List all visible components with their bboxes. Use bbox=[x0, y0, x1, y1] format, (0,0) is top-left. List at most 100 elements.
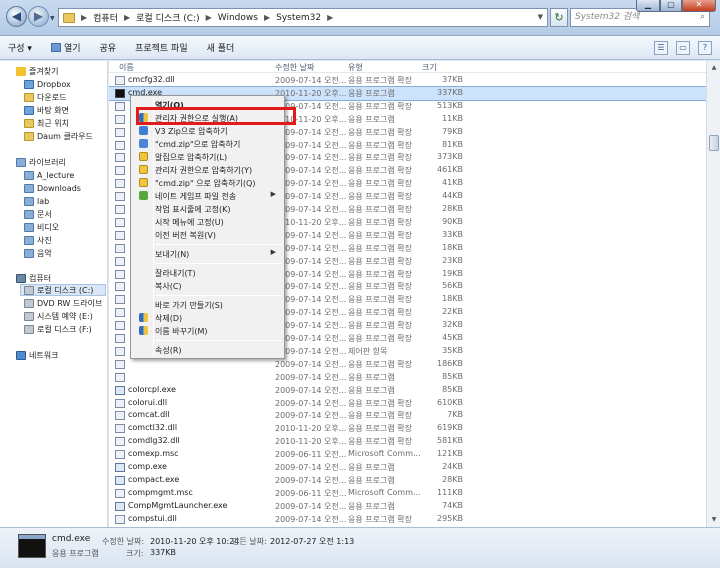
nav-dvd-drive[interactable]: DVD RW 드라이브 bbox=[24, 297, 102, 309]
column-size[interactable]: 크기 bbox=[422, 62, 437, 73]
file-row[interactable]: cmcfg32.dll 2009-07-14 오전... 응용 프로그램 확장 37K… bbox=[109, 74, 706, 87]
menu-pin-start[interactable]: 시작 메뉴에 고정(U) bbox=[133, 216, 282, 228]
nav-desktop[interactable]: 바탕 화면 bbox=[24, 104, 69, 116]
breadcrumb-local-disk[interactable]: 로컬 디스크 (C:) bbox=[136, 11, 199, 24]
menu-create-shortcut[interactable]: 바로 가기 만들기(S) bbox=[133, 299, 282, 311]
nav-local-disk-f[interactable]: 로컬 디스크 (F:) bbox=[24, 323, 92, 335]
file-type: 응용 프로그램 bbox=[348, 501, 395, 511]
hard-drive-icon bbox=[24, 324, 34, 334]
nav-pictures[interactable]: 사진 bbox=[24, 234, 52, 246]
file-name: comcat.dll bbox=[128, 410, 170, 420]
menu-alzip[interactable]: 알집으로 압축하기(L) bbox=[133, 151, 282, 163]
preview-pane-icon[interactable]: ▭ bbox=[676, 41, 690, 55]
organize-button[interactable]: 구성 ▾ bbox=[8, 41, 32, 54]
view-options-icon[interactable]: ☰ bbox=[654, 41, 668, 55]
nav-downloads[interactable]: 다운로드 bbox=[24, 91, 66, 103]
nav-music[interactable]: 음악 bbox=[24, 247, 52, 259]
column-date[interactable]: 수정한 날짜 bbox=[275, 62, 314, 73]
file-row[interactable]: colorui.dll 2009-07-14 오전... 응용 프로그램 확장 610… bbox=[109, 397, 706, 410]
file-row[interactable]: comctl32.dll 2010-11-20 오후... 응용 프로그램 확장 61… bbox=[109, 422, 706, 435]
star-icon bbox=[16, 66, 26, 76]
file-row[interactable]: comexp.msc 2009-06-11 오전... Microsoft Comm… bbox=[109, 448, 706, 461]
file-row[interactable]: 2009-07-14 오전... 응용 프로그램 85KB bbox=[109, 371, 706, 384]
file-date: 2009-07-14 오전... bbox=[275, 346, 347, 356]
menu-alzip-cmd[interactable]: "cmd.zip" 으로 압축하기(Q) bbox=[133, 177, 282, 189]
vertical-scrollbar[interactable]: ▲ ▼ bbox=[706, 61, 720, 527]
nav-libraries[interactable]: 라이브러리 bbox=[16, 156, 66, 168]
menu-zip-cmd[interactable]: "cmd.zip"으로 압축하기 bbox=[133, 138, 282, 150]
nav-system-reserved[interactable]: 시스템 예약 (E:) bbox=[24, 310, 93, 322]
file-row[interactable]: comdlg32.dll 2010-11-20 오후... 응용 프로그램 확장 58… bbox=[109, 435, 706, 448]
file-size: 32KB bbox=[442, 320, 463, 330]
nav-videos[interactable]: 비디오 bbox=[24, 221, 59, 233]
v3-zip-icon bbox=[139, 126, 148, 135]
menu-pin-taskbar[interactable]: 작업 표시줄에 고정(K) bbox=[133, 203, 282, 215]
menu-restore-previous[interactable]: 이전 버전 복원(V) bbox=[133, 229, 282, 241]
menu-admin-zip[interactable]: 관리자 권한으로 압축하기(Y) bbox=[133, 164, 282, 176]
column-name[interactable]: 이름 bbox=[119, 62, 134, 73]
chevron-right-icon[interactable]: ▶ bbox=[124, 13, 130, 22]
nav-recent[interactable]: 최근 위치 bbox=[24, 117, 69, 129]
menu-delete[interactable]: 삭제(D) bbox=[133, 312, 282, 324]
chevron-right-icon[interactable]: ▶ bbox=[264, 13, 270, 22]
nav-dropbox[interactable]: Dropbox bbox=[24, 78, 71, 90]
file-icon bbox=[115, 153, 125, 163]
minimize-button[interactable]: ▁ bbox=[636, 0, 660, 12]
file-row[interactable]: compmgmt.msc 2009-06-11 오전... Microsoft Co… bbox=[109, 487, 706, 500]
maximize-button[interactable]: ▢ bbox=[660, 0, 682, 12]
refresh-button[interactable]: ↻ bbox=[550, 8, 568, 27]
chevron-right-icon[interactable]: ▶ bbox=[327, 13, 333, 22]
nav-local-disk-c[interactable]: 로컬 디스크 (C:) bbox=[20, 284, 106, 296]
scroll-up-icon[interactable]: ▲ bbox=[709, 63, 719, 73]
file-row[interactable]: compact.exe 2009-07-14 오전... 응용 프로그램 28KB bbox=[109, 474, 706, 487]
file-icon bbox=[115, 282, 125, 292]
menu-send-to[interactable]: 보내기(N) ▶ bbox=[133, 248, 282, 260]
chevron-right-icon[interactable]: ▶ bbox=[206, 13, 212, 22]
column-type[interactable]: 유형 bbox=[348, 62, 363, 73]
burn-button[interactable]: 프로젝트 파일 bbox=[135, 41, 188, 54]
menu-netgame-send[interactable]: 네이트 게임프 파일 전송 ▶ bbox=[133, 190, 282, 202]
file-row[interactable]: CompMgmtLauncher.exe 2009-07-14 오전... 응용 프… bbox=[109, 500, 706, 513]
open-button[interactable]: 열기 bbox=[50, 41, 81, 54]
forward-button[interactable]: ▶ bbox=[28, 6, 49, 27]
nav-favorites[interactable]: 즐겨찾기 bbox=[16, 65, 58, 77]
nav-lab[interactable]: lab bbox=[24, 195, 49, 207]
menu-v3-zip[interactable]: V3 Zip으로 압축하기 bbox=[133, 125, 282, 137]
help-icon[interactable]: ? bbox=[698, 41, 712, 55]
details-size-value: 337KB bbox=[150, 548, 177, 557]
nav-computer[interactable]: 컴퓨터 bbox=[16, 272, 51, 284]
menu-copy[interactable]: 복사(C) bbox=[133, 280, 282, 292]
file-row[interactable]: compstui.dll 2009-07-14 오전... 응용 프로그램 확장 29… bbox=[109, 513, 706, 526]
back-button[interactable]: ◀ bbox=[6, 6, 27, 27]
scroll-down-icon[interactable]: ▼ bbox=[709, 515, 719, 525]
file-row[interactable]: colorcpl.exe 2009-07-14 오전... 응용 프로그램 85KB bbox=[109, 384, 706, 397]
menu-rename[interactable]: 이름 바꾸기(M) bbox=[133, 325, 282, 337]
scroll-thumb[interactable] bbox=[709, 135, 719, 151]
close-button[interactable]: ✕ bbox=[682, 0, 716, 12]
nav-documents[interactable]: 문서 bbox=[24, 208, 52, 220]
nav-a-lecture[interactable]: A_lecture bbox=[24, 169, 74, 181]
menu-cut-label: 잘라내기(T) bbox=[155, 269, 196, 278]
menu-cut[interactable]: 잘라내기(T) bbox=[133, 267, 282, 279]
nav-daum-cloud[interactable]: Daum 클라우드 bbox=[24, 130, 93, 142]
nav-downloads-library[interactable]: Downloads bbox=[24, 182, 81, 194]
file-row[interactable]: comp.exe 2009-07-14 오전... 응용 프로그램 24KB bbox=[109, 461, 706, 474]
file-row[interactable]: comcat.dll 2009-07-14 오전... 응용 프로그램 확장 7KB bbox=[109, 409, 706, 422]
address-bar[interactable]: ▶ 컴퓨터 ▶ 로컬 디스크 (C:) ▶ Windows ▶ System32… bbox=[58, 8, 548, 27]
file-row[interactable]: 2009-07-14 오전... 응용 프로그램 확장 186KB bbox=[109, 358, 706, 371]
breadcrumb-computer[interactable]: 컴퓨터 bbox=[93, 11, 118, 24]
download-folder-icon bbox=[24, 92, 34, 102]
details-file-type: 응용 프로그램 bbox=[52, 549, 99, 558]
navigation-pane: 즐겨찾기 Dropbox 다운로드 바탕 화면 최근 위치 Daum 클라우드 … bbox=[0, 61, 108, 527]
menu-properties[interactable]: 속성(R) bbox=[133, 344, 282, 356]
recent-pages-dropdown[interactable]: ▼ bbox=[50, 15, 55, 22]
share-button[interactable]: 공유 bbox=[100, 41, 117, 54]
alzip-icon bbox=[139, 165, 148, 174]
breadcrumb-windows[interactable]: Windows bbox=[218, 13, 258, 23]
breadcrumb-system32[interactable]: System32 bbox=[276, 13, 321, 23]
chevron-down-icon[interactable]: ▼ bbox=[538, 13, 543, 21]
nav-network[interactable]: 네트워크 bbox=[16, 349, 58, 361]
new-folder-button[interactable]: 새 폴더 bbox=[207, 41, 235, 54]
file-size: 19KB bbox=[442, 268, 463, 278]
file-icon bbox=[115, 114, 125, 124]
